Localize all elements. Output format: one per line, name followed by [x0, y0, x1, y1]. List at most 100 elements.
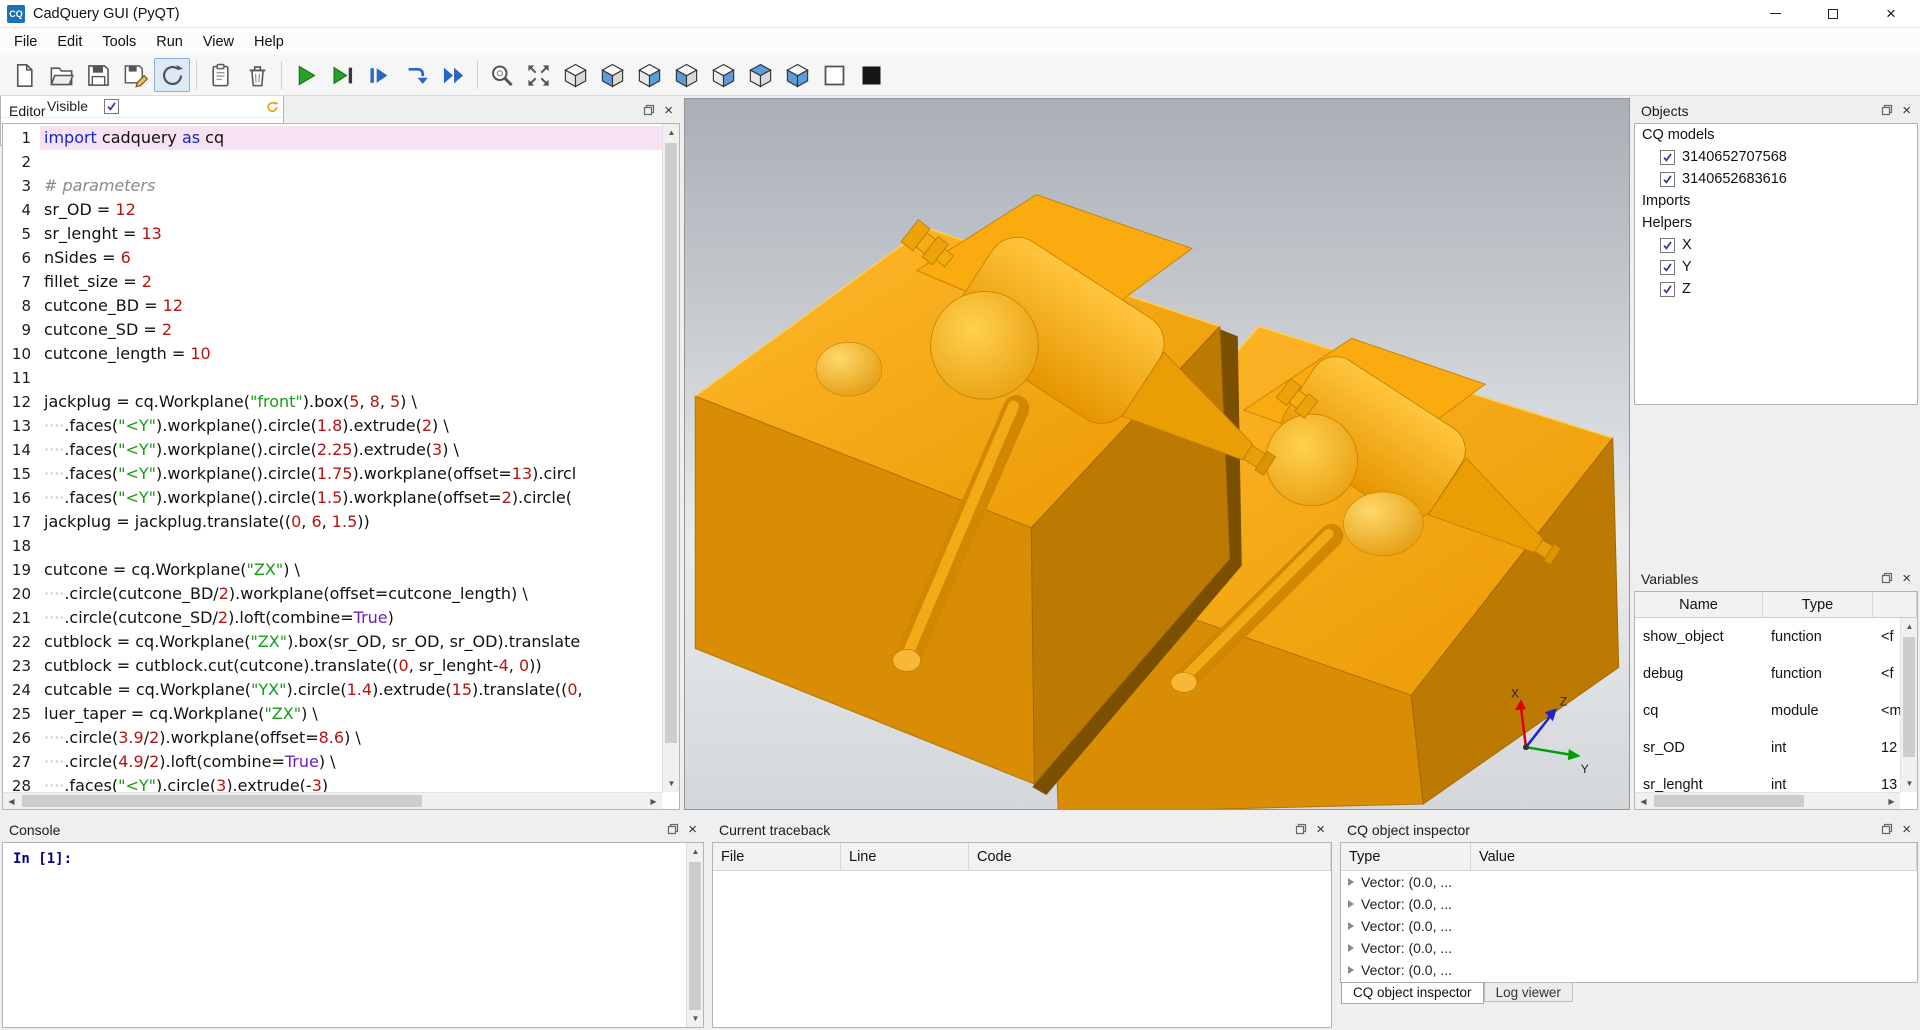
float-panel-icon[interactable]	[1881, 822, 1893, 838]
tree-item[interactable]: 3140652683616	[1635, 168, 1917, 190]
code-line[interactable]: 22cutblock = cq.Workplane("ZX").box(sr_O…	[3, 630, 662, 654]
inspector-table-header[interactable]: Type Value	[1341, 843, 1917, 871]
code-line[interactable]: 19cutcone = cq.Workplane("ZX") \	[3, 558, 662, 582]
column-header[interactable]: Type	[1341, 843, 1471, 870]
checkbox[interactable]	[1660, 260, 1675, 275]
expand-icon[interactable]	[1348, 922, 1354, 930]
continue-button[interactable]	[435, 58, 471, 92]
menu-run[interactable]: Run	[146, 28, 193, 55]
view-iso-button[interactable]	[557, 58, 593, 92]
paste-button[interactable]	[202, 58, 238, 92]
variables-vertical-scrollbar[interactable]: ▲ ▼	[1900, 618, 1917, 792]
tree-item[interactable]: X	[1635, 234, 1917, 256]
code-line[interactable]: 5sr_lenght = 13	[3, 222, 662, 246]
3d-model[interactable]: X Z Y	[685, 99, 1629, 809]
debug-run-button[interactable]	[324, 58, 360, 92]
scroll-up-icon[interactable]: ▲	[663, 124, 680, 141]
code-line[interactable]: 25luer_taper = cq.Workplane("ZX") \	[3, 702, 662, 726]
code-line[interactable]: 2	[3, 150, 662, 174]
inspector-row[interactable]: Vector: (0.0, ...	[1341, 959, 1917, 981]
close-panel-icon[interactable]: ×	[688, 822, 697, 837]
scroll-down-icon[interactable]: ▼	[663, 775, 680, 792]
code-line[interactable]: 21····.circle(cutcone_SD/2).loft(combine…	[3, 606, 662, 630]
view-back-button[interactable]	[631, 58, 667, 92]
traceback-table-header[interactable]: FileLineCode	[713, 843, 1331, 871]
code-line[interactable]: 8cutcone_BD = 12	[3, 294, 662, 318]
scroll-right-icon[interactable]: ▶	[645, 793, 662, 810]
column-header[interactable]: File	[713, 843, 841, 870]
inspector-row[interactable]: Vector: (0.0, ...	[1341, 871, 1917, 893]
checkbox[interactable]	[1660, 150, 1675, 165]
code-line[interactable]: 23cutblock = cutblock.cut(cutcone).trans…	[3, 654, 662, 678]
expand-icon[interactable]	[1348, 900, 1354, 908]
code-line[interactable]: 11	[3, 366, 662, 390]
close-panel-icon[interactable]: ×	[1902, 822, 1911, 837]
variable-row[interactable]: debugfunction<f	[1635, 655, 1917, 692]
column-header[interactable]	[1873, 592, 1917, 617]
float-panel-icon[interactable]	[643, 103, 655, 119]
close-panel-icon[interactable]: ×	[1902, 103, 1911, 118]
close-panel-icon[interactable]: ×	[1902, 571, 1911, 586]
menu-tools[interactable]: Tools	[92, 28, 146, 55]
console-area[interactable]: In [1]: ▲ ▼	[2, 842, 704, 1028]
view-top-button[interactable]	[742, 58, 778, 92]
scroll-down-icon[interactable]: ▼	[1901, 775, 1918, 792]
tree-group-helpers[interactable]: Helpers	[1635, 212, 1917, 234]
code-line[interactable]: 18	[3, 534, 662, 558]
column-header[interactable]: Value	[1471, 843, 1917, 870]
expand-icon[interactable]	[1348, 944, 1354, 952]
wireframe-button[interactable]	[816, 58, 852, 92]
checkbox[interactable]	[1660, 238, 1675, 253]
scroll-down-icon[interactable]: ▼	[687, 1010, 704, 1027]
viewport[interactable]: X Z Y	[684, 98, 1630, 810]
tree-item[interactable]: Z	[1635, 278, 1917, 300]
view-right-button[interactable]	[705, 58, 741, 92]
tree-group-cq-models[interactable]: CQ models	[1635, 124, 1917, 146]
console-vertical-scrollbar[interactable]: ▲ ▼	[686, 843, 703, 1027]
code-line[interactable]: 26····.circle(3.9/2).workplane(offset=8.…	[3, 726, 662, 750]
inspector-row[interactable]: Vector: (0.0, ...	[1341, 893, 1917, 915]
shaded-button[interactable]	[853, 58, 889, 92]
delete-button[interactable]	[239, 58, 275, 92]
menu-file[interactable]: File	[4, 28, 47, 55]
code-line[interactable]: 27····.circle(4.9/2).loft(combine=True) …	[3, 750, 662, 774]
menu-help[interactable]: Help	[244, 28, 294, 55]
inspector-row[interactable]: Vector: (0.0, ...	[1341, 937, 1917, 959]
view-left-button[interactable]	[668, 58, 704, 92]
view-bottom-button[interactable]	[779, 58, 815, 92]
view-front-button[interactable]	[594, 58, 630, 92]
code-line[interactable]: 20····.circle(cutcone_BD/2).workplane(of…	[3, 582, 662, 606]
column-header[interactable]: Name	[1635, 592, 1763, 617]
variable-row[interactable]: cqmodule<m	[1635, 692, 1917, 729]
float-panel-icon[interactable]	[667, 822, 679, 838]
code-line[interactable]: 28····.faces("<Y").circle(3).extrude(-3)	[3, 774, 662, 792]
float-panel-icon[interactable]	[1295, 822, 1307, 838]
code-line[interactable]: 13····.faces("<Y").workplane().circle(1.…	[3, 414, 662, 438]
step-button[interactable]	[361, 58, 397, 92]
variables-table-header[interactable]: NameType	[1635, 592, 1917, 618]
minimize-button[interactable]	[1746, 0, 1804, 27]
code-line[interactable]: 17jackplug = jackplug.translate((0, 6, 1…	[3, 510, 662, 534]
tree-item[interactable]: 3140652707568	[1635, 146, 1917, 168]
close-panel-icon[interactable]: ×	[1316, 822, 1325, 837]
step-into-button[interactable]	[398, 58, 434, 92]
expand-icon[interactable]	[1348, 966, 1354, 974]
code-line[interactable]: 24cutcable = cq.Workplane("YX").circle(1…	[3, 678, 662, 702]
column-header[interactable]: Line	[841, 843, 969, 870]
code-line[interactable]: 6nSides = 6	[3, 246, 662, 270]
close-button[interactable]: ×	[1862, 0, 1920, 27]
scroll-left-icon[interactable]: ◀	[1635, 793, 1652, 810]
tab-cq-object-inspector[interactable]: CQ object inspector	[1341, 982, 1484, 1004]
code-line[interactable]: 1import cadquery as cq	[3, 126, 662, 150]
variables-horizontal-scrollbar[interactable]: ◀ ▶	[1635, 792, 1900, 809]
fit-view-button[interactable]	[520, 58, 556, 92]
code-line[interactable]: 3# parameters	[3, 174, 662, 198]
tab-log-viewer[interactable]: Log viewer	[1484, 982, 1573, 1002]
float-panel-icon[interactable]	[1881, 103, 1893, 119]
code-line[interactable]: 12jackplug = cq.Workplane("front").box(5…	[3, 390, 662, 414]
inspector-row[interactable]: Vector: (0.0, ...	[1341, 915, 1917, 937]
code-line[interactable]: 16····.faces("<Y").workplane().circle(1.…	[3, 486, 662, 510]
render-button[interactable]	[287, 58, 323, 92]
code-line[interactable]: 15····.faces("<Y").workplane().circle(1.…	[3, 462, 662, 486]
code-area[interactable]: 1import cadquery as cq23# parameters4sr_…	[3, 124, 662, 792]
